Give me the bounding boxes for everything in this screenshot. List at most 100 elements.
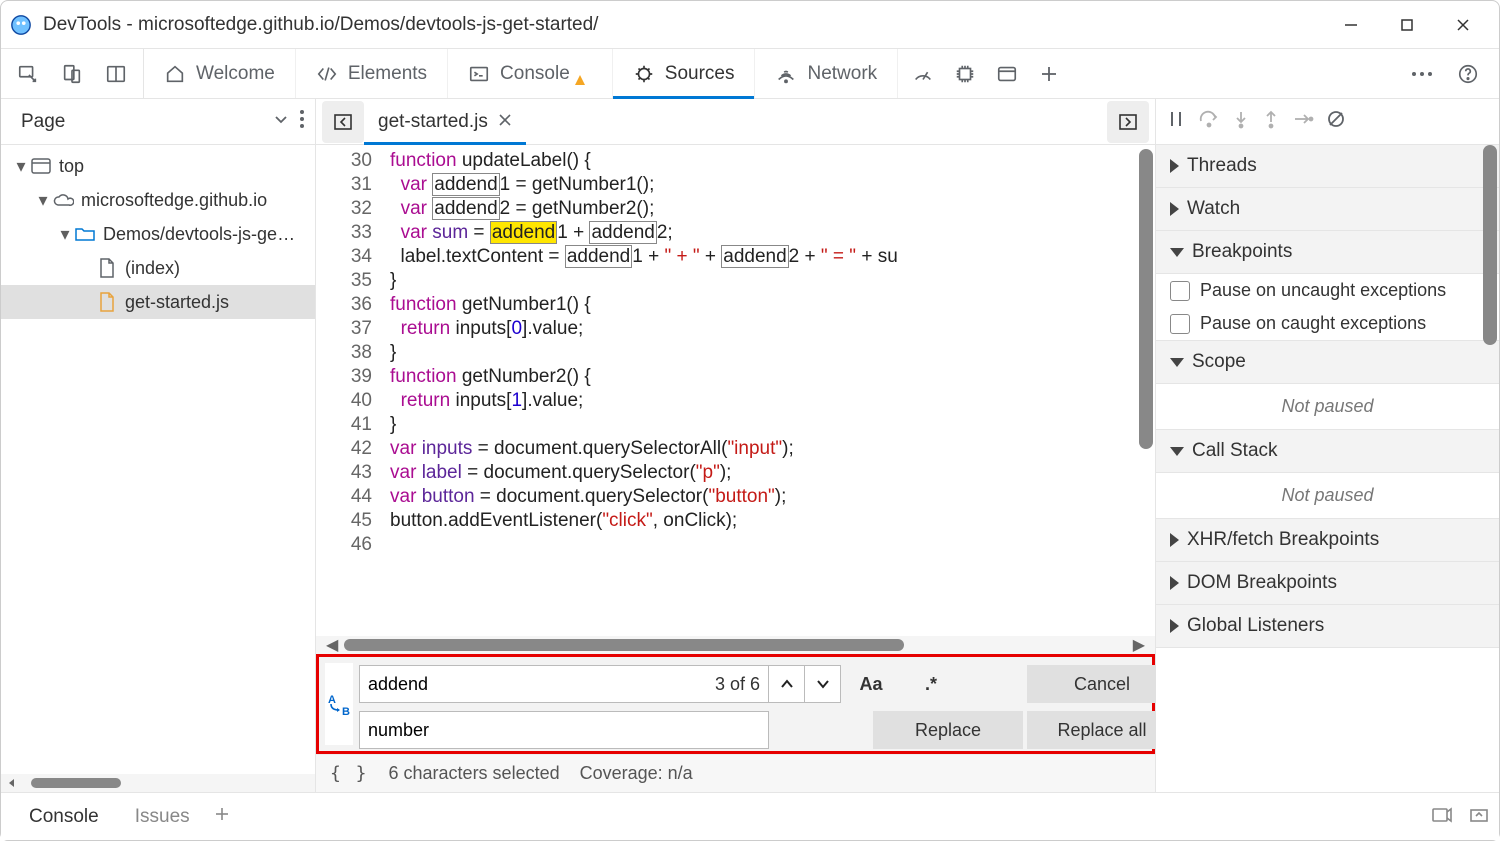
match-count: 3 of 6	[715, 674, 768, 695]
xhr-bp-section[interactable]: XHR/fetch Breakpoints	[1156, 519, 1499, 562]
callstack-not-paused: Not paused	[1156, 473, 1499, 519]
js-file-icon	[95, 292, 119, 312]
checkbox-icon	[1170, 314, 1190, 334]
deactivate-breakpoints-icon[interactable]	[1326, 109, 1346, 134]
tree-item-top[interactable]: ▾ top	[1, 149, 315, 183]
tab-elements[interactable]: Elements	[296, 49, 448, 98]
find-input[interactable]	[360, 674, 715, 695]
close-button[interactable]	[1435, 5, 1491, 45]
twisty-down-icon: ▾	[13, 156, 29, 177]
tree-label: microsoftedge.github.io	[81, 190, 267, 211]
threads-section[interactable]: Threads	[1156, 145, 1499, 188]
step-out-icon[interactable]	[1262, 109, 1280, 134]
find-replace-bar: AB 3 of 6 Aa .* Cancel	[316, 654, 1155, 754]
editor-status-bar: { } 6 characters selected Coverage: n/a	[316, 754, 1155, 792]
tab-label: Network	[807, 63, 877, 85]
replace-button[interactable]: Replace	[873, 711, 1023, 749]
tab-label: Elements	[348, 63, 427, 85]
breakpoints-section[interactable]: Breakpoints	[1156, 231, 1499, 274]
debugger-toolbar	[1156, 99, 1499, 145]
drawer-expand-icon[interactable]	[1469, 805, 1489, 828]
replace-input[interactable]	[360, 720, 768, 741]
settings-more-icon[interactable]	[1401, 53, 1443, 95]
cancel-button[interactable]: Cancel	[1027, 665, 1177, 703]
selection-status: 6 characters selected	[389, 763, 560, 784]
toggle-replace-mode-icon[interactable]: AB	[325, 663, 353, 745]
checkbox-icon	[1170, 281, 1190, 301]
tab-sources[interactable]: Sources	[613, 49, 756, 98]
scroll-right-icon[interactable]: ▶	[1133, 635, 1145, 655]
more-vertical-icon[interactable]	[299, 109, 305, 134]
drawer-tab-console[interactable]: Console	[11, 800, 117, 834]
tab-memory[interactable]	[944, 53, 986, 95]
drawer-settings-icon[interactable]	[1431, 805, 1453, 828]
navigator-panel: Page ▾ top ▾ microsoftedge.github.io ▾	[1, 99, 316, 792]
more-tabs-button[interactable]	[1028, 53, 1070, 95]
maximize-button[interactable]	[1379, 5, 1435, 45]
minimize-button[interactable]	[1323, 5, 1379, 45]
show-debugger-icon[interactable]	[1107, 101, 1149, 143]
global-listeners-section[interactable]: Global Listeners	[1156, 605, 1499, 648]
scope-section[interactable]: Scope	[1156, 341, 1499, 384]
scope-not-paused: Not paused	[1156, 384, 1499, 430]
step-over-icon[interactable]	[1198, 109, 1220, 134]
twisty-down-icon: ▾	[35, 190, 51, 211]
tree-item-index[interactable]: (index)	[1, 251, 315, 285]
window-titlebar: DevTools - microsoftedge.github.io/Demos…	[1, 1, 1499, 49]
file-tab-getstartedjs[interactable]: get-started.js	[364, 99, 526, 144]
chevron-down-icon[interactable]	[273, 111, 289, 132]
editor-h-scrollbar[interactable]: ◀ ▶	[316, 636, 1155, 654]
find-input-wrap: 3 of 6	[359, 665, 769, 703]
tree-item-folder[interactable]: ▾ Demos/devtools-js-ge…	[1, 217, 315, 251]
twisty-down-icon: ▾	[57, 224, 73, 245]
dom-bp-section[interactable]: DOM Breakpoints	[1156, 562, 1499, 605]
previous-match-button[interactable]	[769, 665, 805, 703]
tab-network[interactable]: Network	[755, 49, 898, 98]
debugger-v-scrollbar[interactable]	[1483, 145, 1497, 792]
window-icon	[29, 158, 53, 174]
replace-all-button[interactable]: Replace all	[1027, 711, 1177, 749]
window-title: DevTools - microsoftedge.github.io/Demos…	[43, 14, 1323, 36]
navigator-tab-page[interactable]: Page	[11, 105, 75, 139]
pause-icon[interactable]	[1166, 109, 1186, 134]
step-icon[interactable]	[1292, 109, 1314, 134]
tab-console[interactable]: Console	[448, 49, 613, 98]
watch-section[interactable]: Watch	[1156, 188, 1499, 231]
tree-item-getstartedjs[interactable]: get-started.js	[1, 285, 315, 319]
tab-label: Welcome	[196, 63, 275, 85]
scroll-left-icon[interactable]: ◀	[326, 635, 338, 655]
device-emulation-icon[interactable]	[51, 53, 93, 95]
coverage-status: Coverage: n/a	[580, 763, 693, 784]
tree-item-domain[interactable]: ▾ microsoftedge.github.io	[1, 183, 315, 217]
dock-side-icon[interactable]	[95, 53, 137, 95]
document-icon	[95, 258, 119, 278]
main-toolbar: Welcome Elements Console Sources Network	[1, 49, 1499, 99]
close-tab-icon[interactable]	[498, 111, 512, 133]
match-case-toggle[interactable]: Aa	[841, 665, 901, 703]
code-content[interactable]: function updateLabel() { var addend1 = g…	[386, 145, 1155, 636]
help-icon[interactable]	[1447, 53, 1489, 95]
file-tab-label: get-started.js	[378, 111, 488, 133]
tab-welcome[interactable]: Welcome	[144, 49, 296, 98]
tab-application[interactable]	[986, 53, 1028, 95]
tree-label: Demos/devtools-js-ge…	[103, 224, 295, 245]
step-into-icon[interactable]	[1232, 109, 1250, 134]
inspect-element-icon[interactable]	[7, 53, 49, 95]
debugger-panel: Threads Watch Breakpoints Pause on uncau…	[1156, 99, 1499, 792]
code-editor[interactable]: 3031323334353637383940414243444546 funct…	[316, 145, 1155, 636]
show-navigator-icon[interactable]	[322, 101, 364, 143]
folder-icon	[73, 226, 97, 242]
callstack-section[interactable]: Call Stack	[1156, 430, 1499, 473]
next-match-button[interactable]	[805, 665, 841, 703]
tree-label: (index)	[125, 258, 180, 279]
drawer-add-tab-icon[interactable]	[214, 806, 230, 827]
regex-toggle[interactable]: .*	[901, 665, 961, 703]
navigator-h-scrollbar[interactable]	[1, 774, 315, 792]
pretty-print-icon[interactable]: { }	[330, 763, 369, 784]
editor-v-scrollbar[interactable]	[1139, 149, 1153, 612]
pause-uncaught-checkbox[interactable]: Pause on uncaught exceptions	[1156, 274, 1499, 307]
tab-performance[interactable]	[902, 53, 944, 95]
drawer-tab-issues[interactable]: Issues	[117, 800, 208, 834]
pause-caught-checkbox[interactable]: Pause on caught exceptions	[1156, 307, 1499, 341]
editor-panel: get-started.js 3031323334353637383940414…	[316, 99, 1156, 792]
